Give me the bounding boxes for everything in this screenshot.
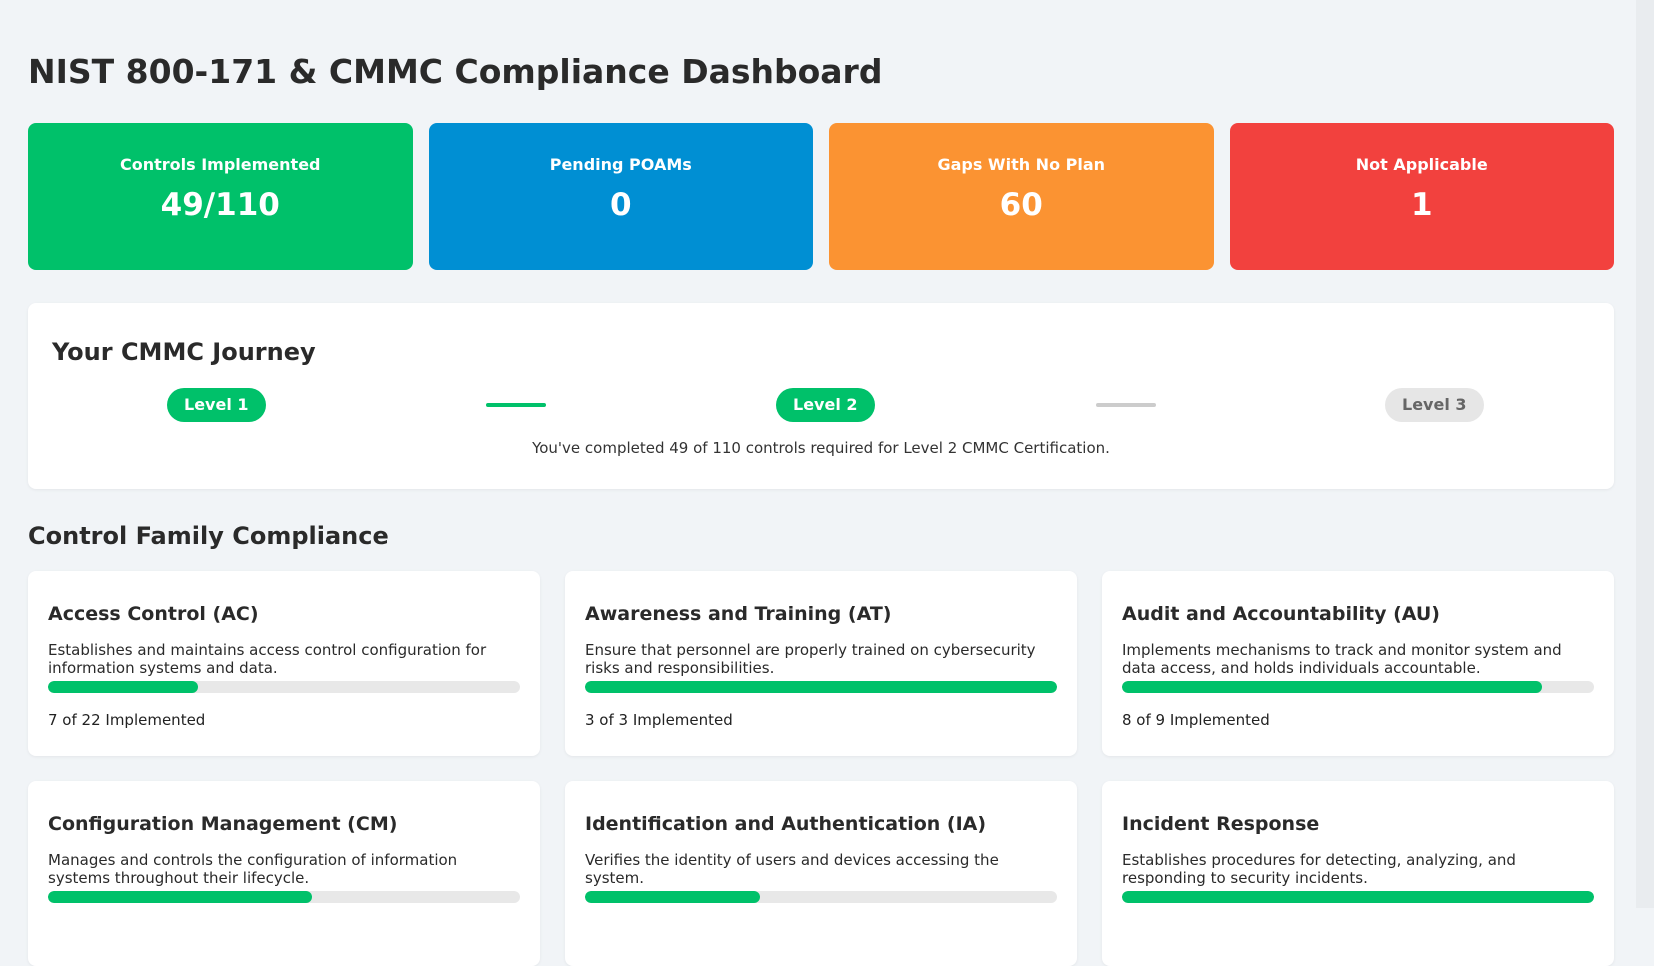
family-count: 3 of 3 Implemented: [585, 711, 733, 729]
cmmc-journey-panel: Your CMMC Journey Level 1 Level 2 Level …: [28, 303, 1614, 489]
family-description: Establishes and maintains access control…: [48, 641, 487, 677]
family-card-au[interactable]: Audit and Accountability (AU) Implements…: [1102, 571, 1614, 756]
family-name: Configuration Management (CM): [48, 813, 398, 835]
progress-track: [48, 891, 520, 903]
family-card-ac[interactable]: Access Control (AC) Establishes and main…: [28, 571, 540, 756]
family-count: 8 of 9 Implemented: [1122, 711, 1270, 729]
stat-value: 0: [609, 187, 632, 223]
progress-fill: [48, 891, 313, 903]
progress-track: [1122, 891, 1594, 903]
family-card-ia[interactable]: Identification and Authentication (IA) V…: [565, 781, 1077, 966]
level-connector-2-3: [1096, 403, 1156, 407]
family-name: Awareness and Training (AT): [585, 603, 892, 625]
stat-card-not-applicable: Not Applicable 1: [1229, 123, 1614, 270]
level-3-badge: Level 3: [1385, 388, 1484, 422]
family-description: Establishes procedures for detecting, an…: [1122, 851, 1516, 887]
stat-value: 49/110: [160, 187, 280, 223]
progress-fill: [48, 681, 199, 693]
family-name: Identification and Authentication (IA): [585, 813, 987, 835]
progress-fill: [1122, 891, 1594, 903]
page-title: NIST 800-171 & CMMC Compliance Dashboard: [28, 52, 883, 91]
stat-value: 1: [1410, 187, 1433, 223]
family-card-at[interactable]: Awareness and Training (AT) Ensure that …: [565, 571, 1077, 756]
section-title: Control Family Compliance: [28, 522, 389, 550]
family-name: Audit and Accountability (AU): [1122, 603, 1440, 625]
stat-value: 60: [999, 187, 1043, 223]
progress-fill: [585, 681, 1057, 693]
family-card-cm[interactable]: Configuration Management (CM) Manages an…: [28, 781, 540, 966]
stat-card-controls-implemented: Controls Implemented 49/110: [28, 123, 413, 270]
family-count: 7 of 22 Implemented: [48, 711, 206, 729]
family-name: Incident Response: [1122, 813, 1320, 835]
control-family-grid: Access Control (AC) Establishes and main…: [28, 571, 1614, 966]
stat-label: Gaps With No Plan: [937, 155, 1106, 174]
scrollbar[interactable]: [1636, 0, 1654, 908]
stat-card-pending-poams: Pending POAMs 0: [428, 123, 813, 270]
level-2-badge: Level 2: [776, 388, 875, 422]
progress-track: [585, 681, 1057, 693]
family-card-ir[interactable]: Incident Response Establishes procedures…: [1102, 781, 1614, 966]
family-name: Access Control (AC): [48, 603, 259, 625]
family-description: Manages and controls the configuration o…: [48, 851, 458, 887]
family-description: Ensure that personnel are properly train…: [585, 641, 1036, 677]
stat-card-gaps-no-plan: Gaps With No Plan 60: [829, 123, 1214, 270]
progress-track: [1122, 681, 1594, 693]
progress-track: [48, 681, 520, 693]
stat-label: Not Applicable: [1355, 155, 1488, 174]
family-description: Implements mechanisms to track and monit…: [1122, 641, 1562, 677]
stat-label: Pending POAMs: [549, 155, 692, 174]
journey-message: You've completed 49 of 110 controls requ…: [532, 439, 1110, 457]
progress-fill: [1122, 681, 1542, 693]
stat-label: Controls Implemented: [119, 155, 321, 174]
family-description: Verifies the identity of users and devic…: [585, 851, 999, 887]
level-connector-1-2: [486, 403, 546, 407]
progress-track: [585, 891, 1057, 903]
level-1-badge: Level 1: [167, 388, 266, 422]
journey-title: Your CMMC Journey: [52, 338, 316, 366]
stats-row: Controls Implemented 49/110 Pending POAM…: [28, 123, 1614, 270]
progress-fill: [585, 891, 760, 903]
